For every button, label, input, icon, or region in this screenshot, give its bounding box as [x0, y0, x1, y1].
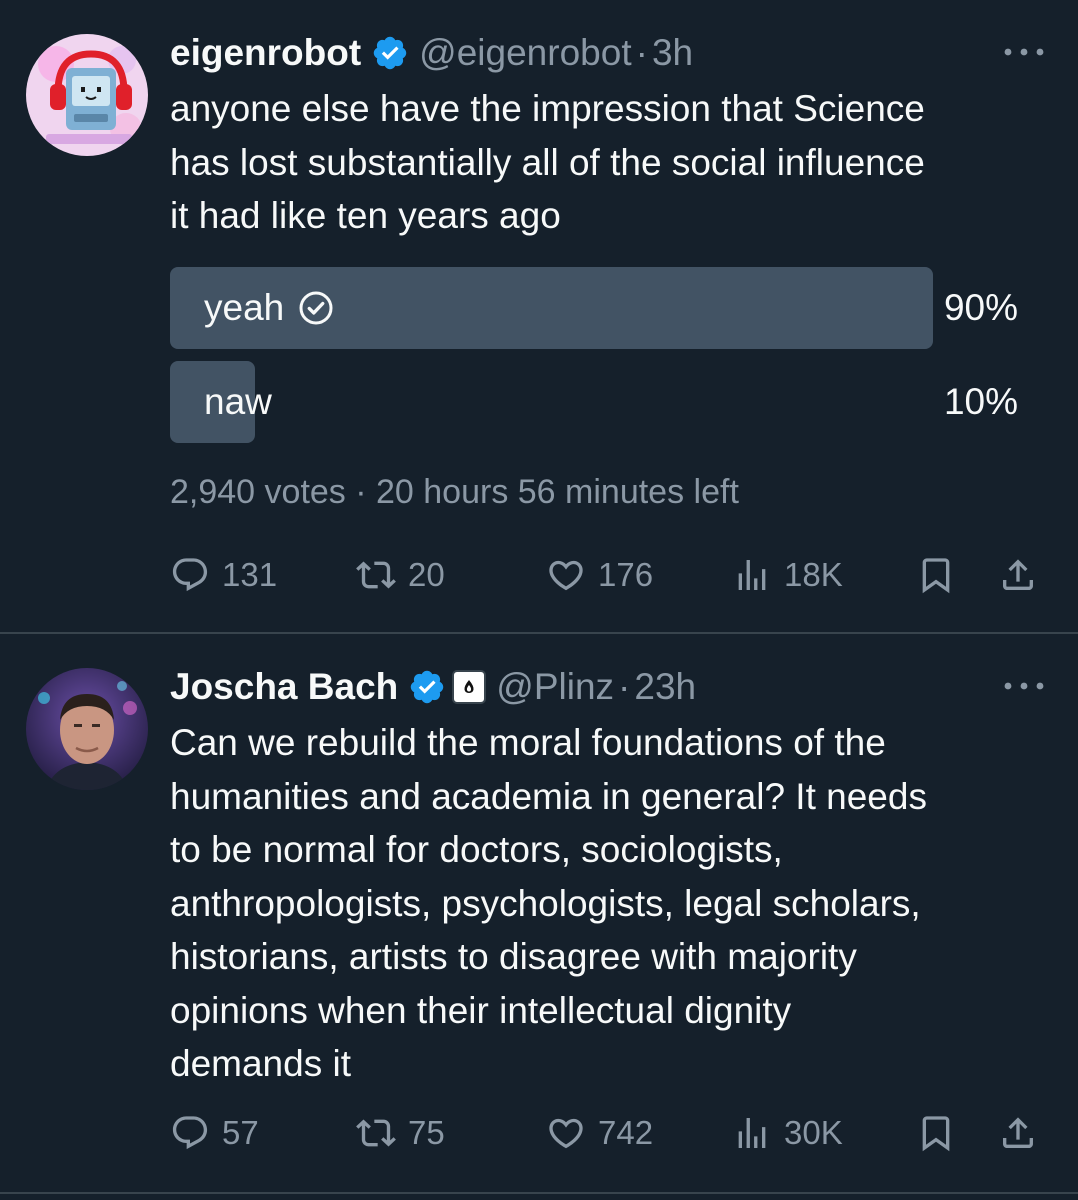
verified-badge-icon	[373, 36, 407, 70]
bookmark-icon	[922, 1116, 950, 1152]
share-button[interactable]	[998, 1108, 1038, 1158]
poll-option-label: yeah	[204, 286, 285, 328]
separator: ·	[618, 666, 631, 707]
tweet-text-line: demands it	[170, 1043, 351, 1084]
views-count: 30K	[784, 1114, 843, 1151]
like-button[interactable]: 742	[546, 1108, 653, 1158]
author-name[interactable]: Joscha Bach	[170, 666, 398, 708]
avatar[interactable]	[26, 668, 148, 790]
views-count: 18K	[784, 556, 843, 593]
views-icon	[738, 1118, 766, 1148]
tweet-text-line: to be normal for doctors, sociologists,	[170, 829, 783, 870]
tweet-text-line: historians, artists to disagree with maj…	[170, 936, 857, 977]
like-count: 176	[598, 556, 654, 593]
timestamp[interactable]: 23h	[634, 666, 696, 708]
action-bar: 131 20 176 18K	[170, 550, 1050, 600]
check-circle-icon	[299, 291, 333, 324]
action-bar: 57 75 742 30K	[170, 1108, 1050, 1158]
more-options-icon[interactable]	[1000, 42, 1048, 62]
timestamp[interactable]: 3h	[652, 32, 693, 74]
tweet-header: eigenrobot @eigenrobot · 3h	[170, 30, 1048, 76]
bookmark-icon	[922, 558, 950, 594]
views-icon	[738, 560, 766, 590]
bookmark-button[interactable]	[916, 1108, 956, 1158]
repost-count: 20	[408, 556, 445, 593]
author-name[interactable]: eigenrobot	[170, 32, 361, 74]
like-icon	[549, 560, 583, 591]
tweet-eigenrobot[interactable]: eigenrobot @eigenrobot · 3h anyone else …	[0, 0, 1078, 634]
share-button[interactable]	[998, 550, 1038, 600]
poll: yeah 90% naw 10% 2,940 votes · 20 hours …	[170, 266, 1048, 512]
like-button[interactable]: 176	[546, 550, 653, 600]
reply-button[interactable]: 57	[170, 1108, 259, 1158]
more-options-icon[interactable]	[1000, 676, 1048, 696]
reply-count: 131	[222, 556, 278, 593]
like-icon	[549, 1118, 583, 1149]
repost-count: 75	[408, 1114, 445, 1151]
reply-button[interactable]: 131	[170, 550, 277, 600]
bookmark-button[interactable]	[916, 550, 956, 600]
poll-option-yeah[interactable]: yeah 90%	[170, 266, 1018, 349]
author-handle[interactable]: @Plinz	[496, 666, 614, 708]
tweet-text-line: anyone else have the impression that Sci…	[170, 88, 925, 129]
tweet-header: Joscha Bach @Plinz · 23h	[170, 664, 1048, 710]
tweet-joscha-bach[interactable]: Joscha Bach @Plinz · 23h Can we rebuild …	[0, 634, 1078, 1194]
views-button[interactable]: 30K	[732, 1108, 843, 1158]
tweet-text-line: opinions when their intellectual dignity	[170, 989, 792, 1031]
tweet-text: Can we rebuild the moral foundations of …	[170, 716, 1048, 1091]
poll-option-percent: 10%	[943, 380, 1018, 422]
reply-icon	[172, 1116, 208, 1150]
repost-button[interactable]: 20	[356, 550, 445, 600]
poll-option-percent: 90%	[943, 286, 1018, 328]
repost-icon	[356, 1119, 396, 1147]
verified-badge-icon	[411, 670, 444, 704]
tweet-text-line: Can we rebuild the moral foundations of …	[170, 722, 886, 763]
affiliation-logo-icon[interactable]	[452, 670, 487, 704]
poll-meta: 2,940 votes · 20 hours 56 minutes left	[170, 472, 739, 511]
repost-icon	[356, 561, 396, 589]
share-icon	[1003, 1117, 1033, 1148]
share-icon	[1003, 559, 1033, 590]
tweet-text-line: humanities and academia in general? It n…	[170, 775, 927, 817]
reply-icon	[172, 558, 208, 592]
views-button[interactable]: 18K	[732, 550, 843, 600]
author-handle[interactable]: @eigenrobot	[419, 32, 631, 74]
tweet-text-line: has lost substantially all of the social…	[170, 141, 925, 183]
poll-option-naw[interactable]: naw 10%	[170, 360, 1018, 443]
like-count: 742	[598, 1114, 654, 1151]
tweet-text: anyone else have the impression that Sci…	[170, 82, 1048, 243]
tweet-text-line: it had like ten years ago	[170, 195, 561, 236]
repost-button[interactable]: 75	[356, 1108, 445, 1158]
avatar[interactable]	[26, 34, 148, 156]
reply-count: 57	[222, 1114, 259, 1151]
poll-option-label: naw	[204, 380, 272, 422]
separator: ·	[635, 32, 648, 73]
tweet-text-line: anthropologists, psychologists, legal sc…	[170, 882, 921, 924]
